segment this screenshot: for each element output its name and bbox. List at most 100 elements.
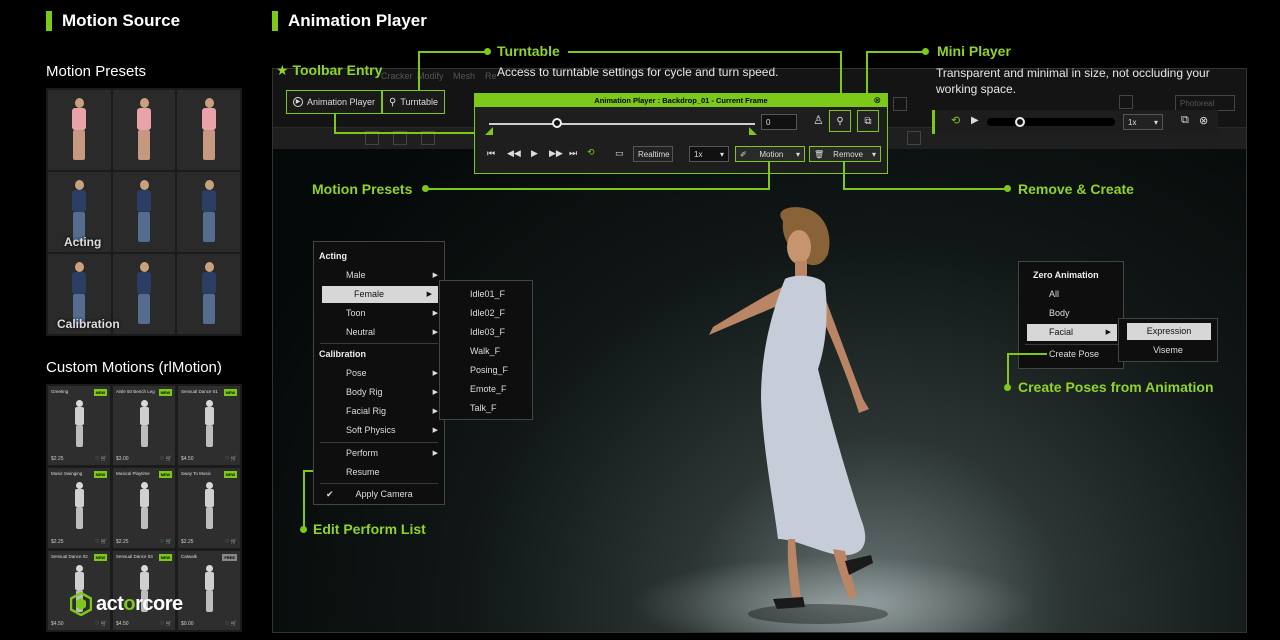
custom-motion-badge: NEW xyxy=(223,471,237,479)
realtime-toggle[interactable]: Realtime xyxy=(633,146,673,162)
menu-separator xyxy=(320,343,438,344)
menu-item-facial[interactable]: Facial ▶ xyxy=(1027,324,1117,341)
animation-player-window[interactable]: Animation Player : Backdrop_01 - Current… xyxy=(474,93,888,174)
menu-item-toon[interactable]: Toon ▶ xyxy=(314,305,444,322)
step-back-icon[interactable]: ◀◀ xyxy=(507,148,521,159)
cart-icon[interactable]: ♡ 🛒 xyxy=(95,621,107,627)
menu-item-soft-physics[interactable]: Soft Physics ▶ xyxy=(314,422,444,439)
custom-motion-card[interactable]: Greeting NEW $2.25 ♡ 🛒 xyxy=(48,386,110,466)
custom-motion-badge: NEW xyxy=(93,471,107,479)
connector-dot xyxy=(300,526,307,533)
female-submenu[interactable]: Idle01_F Idle02_F Idle03_F Walk_F Posing_F Em… xyxy=(439,280,533,420)
preset-thumb[interactable] xyxy=(177,90,240,170)
menu-item-resume[interactable]: Resume xyxy=(314,464,444,481)
menu-item-facial-rig[interactable]: Facial Rig ▶ xyxy=(314,403,444,420)
submenu-item-emote-f[interactable]: Emote_F xyxy=(440,381,532,398)
custom-motion-card[interactable]: Sway To Music NEW $2.25 ♡ 🛒 xyxy=(178,468,240,548)
menu-item-male[interactable]: Male ▶ xyxy=(314,267,444,284)
submenu-item-idle03-f[interactable]: Idle03_F xyxy=(440,324,532,341)
preset-thumb[interactable] xyxy=(48,90,111,170)
mini-player[interactable]: ⟲ ▶ 1x ▾ ⧉ ⊗ xyxy=(932,110,1218,134)
submenu-item-posing-f[interactable]: Posing_F xyxy=(440,362,532,379)
menu-item-body[interactable]: Body xyxy=(1019,305,1123,322)
custom-motion-card[interactable]: Sensual Dance 03 NEW $4.50 ♡ 🛒 xyxy=(113,550,175,630)
turntable-button[interactable]: ⚲ Turntable xyxy=(382,90,446,114)
remove-dropdown[interactable]: 🗑 Remove ▾ xyxy=(809,146,881,162)
timeline-slider-track[interactable] xyxy=(489,123,755,125)
cart-icon[interactable]: ♡ 🛒 xyxy=(225,539,237,545)
submenu-item-idle01-f[interactable]: Idle01_F xyxy=(440,286,532,303)
menu-item-perform[interactable]: Perform ▶ xyxy=(314,445,444,462)
mini-timeline-knob[interactable] xyxy=(1015,117,1025,127)
cart-icon[interactable]: ♡ 🛒 xyxy=(95,456,107,462)
facial-submenu[interactable]: Expression Viseme xyxy=(1118,318,1218,362)
menu-item-label: Apply Camera xyxy=(355,489,413,499)
mini-timeline-track[interactable] xyxy=(987,118,1115,126)
motion-presets-menu[interactable]: Acting Male ▶ Female ▶ Toon ▶ Neutral ▶ Cali… xyxy=(313,241,445,505)
menu-item-label: Soft Physics xyxy=(346,425,396,435)
motion-dropdown[interactable]: ✐ Motion ▾ xyxy=(735,146,805,162)
loop-icon[interactable]: ⟲ xyxy=(587,147,595,158)
custom-motion-price: $4.50 xyxy=(51,621,64,627)
preset-thumb[interactable] xyxy=(112,254,176,334)
speed-select[interactable]: 1x ▾ xyxy=(689,146,729,162)
play-icon[interactable]: ▶ xyxy=(971,115,979,126)
range-start-marker[interactable] xyxy=(485,127,493,135)
subtitle-icon[interactable]: ▭ xyxy=(615,148,624,159)
frame-number-field[interactable]: 0 xyxy=(761,114,797,130)
timeline-slider-knob[interactable] xyxy=(552,118,562,128)
animation-player-button[interactable]: ▶ Animation Player xyxy=(286,90,383,114)
preset-thumb[interactable] xyxy=(177,254,240,334)
custom-motion-card[interactable]: Music Swinging NEW $2.25 ♡ 🛒 xyxy=(48,468,110,548)
custom-motion-figure xyxy=(138,400,150,448)
connector-line xyxy=(334,132,474,134)
turntable-icon[interactable]: ⚲ xyxy=(829,110,851,132)
person-icon[interactable]: ♙ xyxy=(813,113,824,127)
star-icon: ★ xyxy=(276,62,289,78)
menu-item-apply-camera[interactable]: ✔ Apply Camera xyxy=(314,486,444,503)
custom-motion-card[interactable]: Musical Playtime NEW $2.25 ♡ 🛒 xyxy=(113,468,175,548)
skip-end-icon[interactable]: ⏭ xyxy=(569,148,577,159)
close-icon[interactable]: ⊗ xyxy=(1199,114,1208,127)
cart-icon[interactable]: ♡ 🛒 xyxy=(160,621,172,627)
custom-motion-card[interactable]: Sensual Dance 02 NEW $4.50 ♡ 🛒 xyxy=(48,550,110,630)
step-forward-icon[interactable]: ▶▶ xyxy=(549,148,563,159)
menu-item-all[interactable]: All xyxy=(1019,286,1123,303)
play-icon[interactable]: ▶ xyxy=(531,148,538,159)
menu-item-body-rig[interactable]: Body Rig ▶ xyxy=(314,384,444,401)
submenu-item-talk-f[interactable]: Talk_F xyxy=(440,400,532,417)
actorcore-logo: actorcore xyxy=(70,592,183,616)
submenu-item-idle02-f[interactable]: Idle02_F xyxy=(440,305,532,322)
menu-item-label: Toon xyxy=(346,308,366,318)
menu-item-neutral[interactable]: Neutral ▶ xyxy=(314,324,444,341)
restore-window-icon[interactable]: ⧉ xyxy=(1181,114,1189,127)
menu-item-pose[interactable]: Pose ▶ xyxy=(314,365,444,382)
cart-icon[interactable]: ♡ 🛒 xyxy=(95,539,107,545)
menu-item-viseme[interactable]: Viseme xyxy=(1119,342,1217,359)
mini-player-toggle-icon[interactable]: ⧉ xyxy=(857,110,879,132)
chevron-down-icon: ▾ xyxy=(1153,117,1158,127)
custom-motion-price: $0.00 xyxy=(181,621,194,627)
skip-start-icon[interactable]: ⏮ xyxy=(487,148,495,159)
custom-motion-card[interactable]: Sensual Dance 01 NEW $4.50 ♡ 🛒 xyxy=(178,386,240,466)
submenu-item-walk-f[interactable]: Walk_F xyxy=(440,343,532,360)
cart-icon[interactable]: ♡ 🛒 xyxy=(225,621,237,627)
loop-icon[interactable]: ⟲ xyxy=(951,114,960,127)
cart-icon[interactable]: ♡ 🛒 xyxy=(225,456,237,462)
custom-motion-figure xyxy=(73,482,85,530)
preset-thumb[interactable] xyxy=(177,172,240,252)
menu-item-expression[interactable]: Expression xyxy=(1127,323,1211,340)
player-title-bar[interactable]: Animation Player : Backdrop_01 - Current… xyxy=(475,94,887,107)
close-icon[interactable]: ⊗ xyxy=(873,94,881,107)
preset-thumb[interactable] xyxy=(112,172,176,252)
preset-thumb[interactable] xyxy=(112,90,176,170)
custom-motion-card[interactable]: Aisle 50 Bench Leg NEW $3.00 ♡ 🛒 xyxy=(113,386,175,466)
range-end-marker[interactable] xyxy=(749,127,757,135)
mini-speed-select[interactable]: 1x ▾ xyxy=(1123,114,1163,130)
cart-icon[interactable]: ♡ 🛒 xyxy=(160,456,172,462)
toolbar-entry-label: ★ Toolbar Entry xyxy=(276,62,382,79)
menu-item-female[interactable]: Female ▶ xyxy=(322,286,438,303)
custom-motion-card[interactable]: Catwalk FREE $0.00 ♡ 🛒 xyxy=(178,550,240,630)
chevron-down-icon: ▾ xyxy=(719,149,724,159)
cart-icon[interactable]: ♡ 🛒 xyxy=(160,539,172,545)
